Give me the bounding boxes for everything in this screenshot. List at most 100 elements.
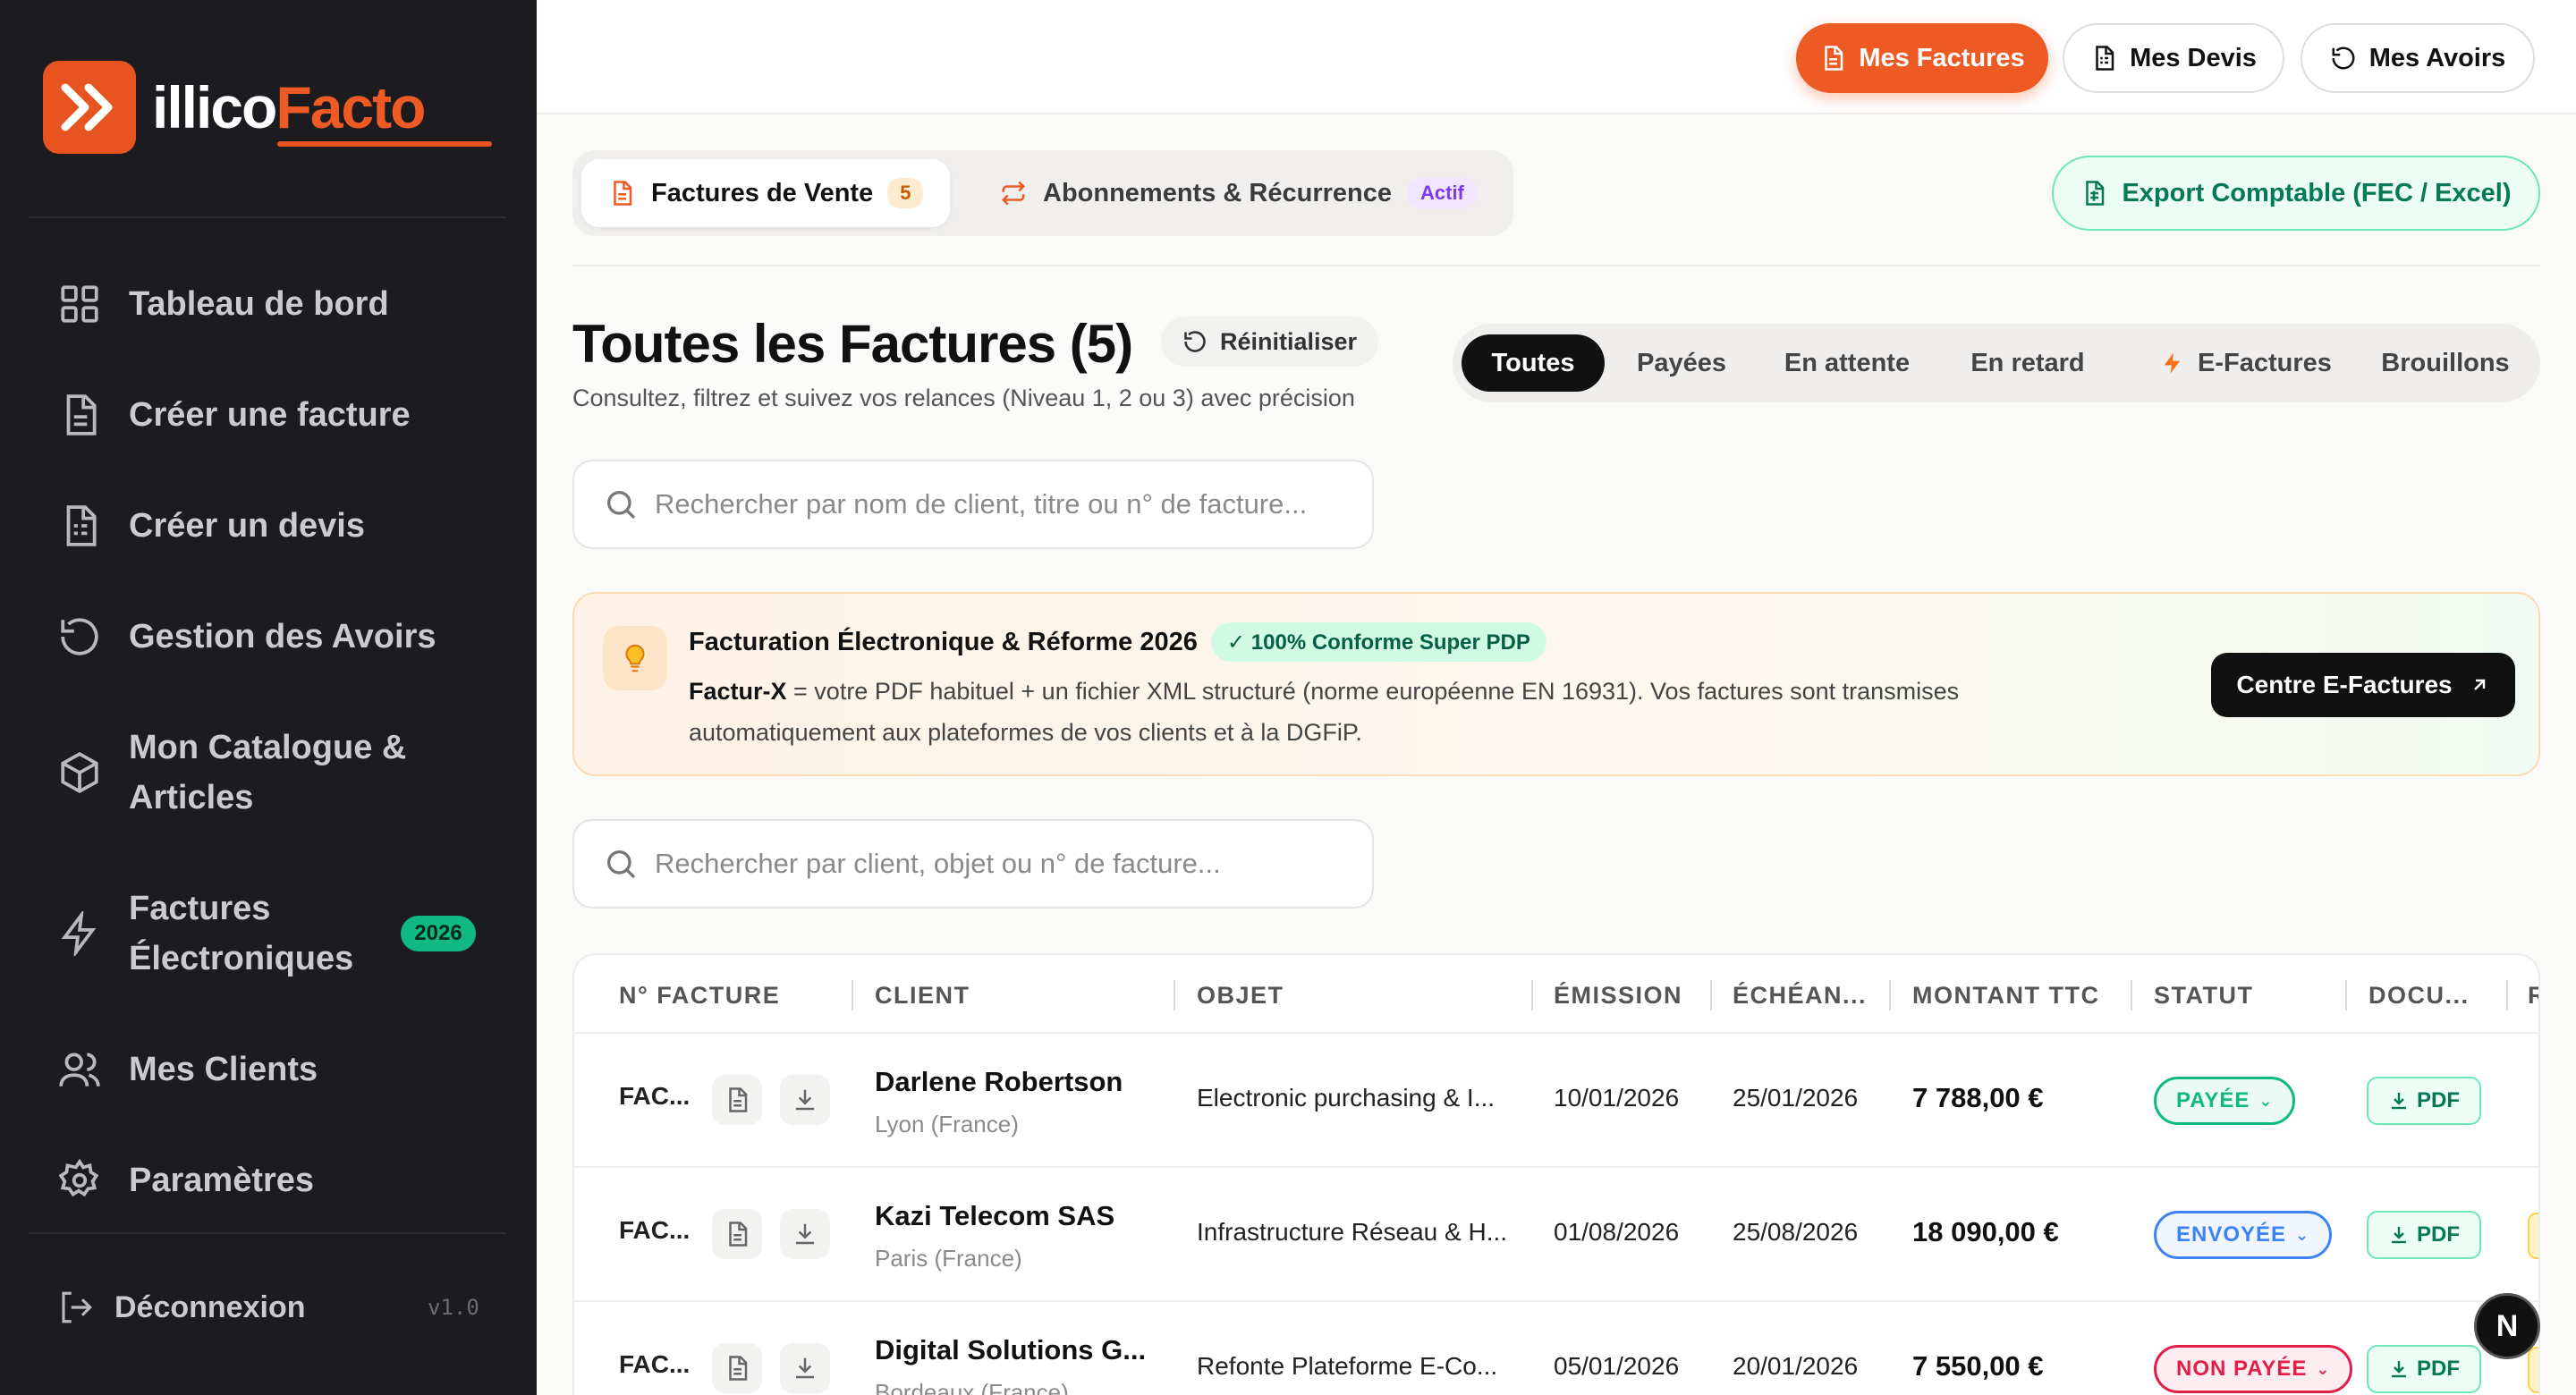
download-icon <box>2392 1093 2406 1110</box>
sidebar-item-create-invoice[interactable]: Créer une facture <box>57 390 411 440</box>
my-quotes-button[interactable]: Mes Devis <box>2063 23 2284 93</box>
filter-drafts[interactable]: Brouillons <box>2365 334 2526 392</box>
logo-underline <box>277 141 492 147</box>
pdf-download-button[interactable]: PDF <box>2367 1345 2481 1393</box>
my-invoices-label: Mes Factures <box>1859 43 2025 72</box>
reminder-button[interactable] <box>2528 1347 2538 1393</box>
col-reminder[interactable]: R <box>2528 982 2538 1010</box>
invoice-number[interactable]: FAC... <box>619 1216 690 1245</box>
grid-icon <box>61 285 98 323</box>
my-quotes-label: Mes Devis <box>2130 43 2257 72</box>
table-row[interactable]: FAC... Darlene Robertson Lyon (France) Elec… <box>574 1034 2538 1168</box>
external-arrow-icon <box>2473 679 2485 690</box>
col-due-date[interactable]: ÉCHÉAN... <box>1733 982 1867 1010</box>
col-object[interactable]: OBJET <box>1197 982 1284 1010</box>
sidebar-divider <box>29 216 506 218</box>
col-separator <box>1174 980 1175 1010</box>
logout-button[interactable]: Déconnexion <box>57 1282 305 1332</box>
sidebar-item-credit-notes[interactable]: Gestion des Avoirs <box>57 612 436 662</box>
view-document-icon[interactable] <box>712 1075 762 1125</box>
filter-late[interactable]: En retard <box>1950 334 2106 392</box>
amount-ttc: 7 788,00 € <box>1912 1082 2044 1113</box>
compliance-badge: ✓ 100% Conforme Super PDP <box>1211 622 1546 662</box>
table-row[interactable]: FAC... Digital Solutions G... Bordeaux (Fr… <box>574 1302 2538 1395</box>
new-badge: 2026 <box>401 916 476 951</box>
view-document-icon[interactable] <box>712 1209 762 1259</box>
client-city: Paris (France) <box>875 1245 1022 1272</box>
emission-date: 01/08/2026 <box>1554 1218 1680 1246</box>
status-dropdown[interactable]: NON PAYÉE ⌄ <box>2154 1345 2353 1393</box>
brand-logo[interactable]: illicoFacto <box>43 61 426 154</box>
pdf-label: PDF <box>2417 1357 2460 1381</box>
col-invoice-number[interactable]: N° FACTURE <box>619 982 780 1010</box>
gear-icon <box>58 1158 99 1197</box>
download-icon <box>2392 1361 2406 1378</box>
reset-button[interactable]: Réinitialiser <box>1161 317 1379 367</box>
assistant-bubble[interactable]: N <box>2474 1293 2540 1359</box>
sidebar-item-label: Créer une facture <box>129 396 411 434</box>
table-row[interactable]: FAC... Kazi Telecom SAS Paris (France) Infr… <box>574 1168 2538 1302</box>
e-invoice-center-label: Centre E-Factures <box>2236 671 2453 698</box>
status-dropdown[interactable]: ENVOYÉE ⌄ <box>2154 1211 2333 1259</box>
box-icon <box>61 752 98 793</box>
invoice-number[interactable]: FAC... <box>619 1350 690 1379</box>
col-separator <box>2345 980 2347 1010</box>
chevron-down-icon: ⌄ <box>2295 1225 2310 1244</box>
pdf-download-button[interactable]: PDF <box>2367 1211 2481 1259</box>
my-credit-notes-button[interactable]: Mes Avoirs <box>2301 23 2535 93</box>
document-icon <box>614 181 632 206</box>
filter-paid[interactable]: Payées <box>1619 334 1744 392</box>
col-client[interactable]: CLIENT <box>875 982 970 1010</box>
col-separator <box>1710 980 1712 1010</box>
download-icon[interactable] <box>780 1075 830 1125</box>
logo-chevrons-icon <box>43 61 136 154</box>
sidebar-item-create-quote[interactable]: Créer un devis <box>57 501 365 551</box>
view-document-icon[interactable] <box>712 1343 762 1393</box>
filter-all[interactable]: Toutes <box>1462 334 1605 392</box>
my-invoices-button[interactable]: Mes Factures <box>1796 23 2048 93</box>
document-icon <box>66 394 97 435</box>
sidebar-item-clients[interactable]: Mes Clients <box>57 1044 318 1095</box>
lightning-icon <box>61 911 97 956</box>
export-accounting-button[interactable]: Export Comptable (FEC / Excel) <box>2052 156 2540 231</box>
sidebar-item-label: Créer un devis <box>129 507 365 545</box>
reminder-button[interactable] <box>2528 1213 2538 1259</box>
sidebar-item-e-invoices[interactable]: Factures Électroniques <box>57 884 353 984</box>
sidebar: illicoFacto Tableau de bord Créer une fa… <box>0 0 537 1395</box>
sidebar-item-settings[interactable]: Paramètres <box>57 1155 314 1205</box>
col-separator <box>852 980 853 1010</box>
emission-date: 10/01/2026 <box>1554 1084 1680 1112</box>
download-icon[interactable] <box>780 1343 830 1393</box>
col-emission[interactable]: ÉMISSION <box>1554 982 1682 1010</box>
search-input[interactable] <box>655 488 1335 520</box>
filter-e-invoices-label: E-Factures <box>2198 348 2332 377</box>
undo-icon <box>2332 46 2355 70</box>
col-amount[interactable]: MONTANT TTC <box>1912 982 2099 1010</box>
col-document[interactable]: DOCU... <box>2368 982 2470 1010</box>
status-dropdown[interactable]: PAYÉE ⌄ <box>2154 1077 2296 1125</box>
export-label: Export Comptable (FEC / Excel) <box>2122 178 2512 207</box>
due-date: 25/01/2026 <box>1733 1084 1859 1112</box>
sidebar-item-catalog[interactable]: Mon Catalogue & Articles <box>57 723 415 823</box>
banner-text: Factur-X = votre PDF habituel + un fichi… <box>689 671 2012 753</box>
facturx-term: Factur-X <box>689 678 787 705</box>
filter-e-invoices[interactable]: E-Factures <box>2152 334 2340 392</box>
sidebar-item-label: Mes Clients <box>129 1051 318 1088</box>
tab-subscriptions[interactable]: Abonnements & Récurrence Actif <box>1000 159 1477 227</box>
tab-sales-label: Factures de Vente <box>651 178 874 207</box>
table-search-input[interactable] <box>655 848 1335 880</box>
logout-icon <box>62 1291 92 1323</box>
e-invoice-center-button[interactable]: Centre E-Factures <box>2211 653 2515 717</box>
sidebar-item-dashboard[interactable]: Tableau de bord <box>57 279 389 329</box>
filter-pending[interactable]: En attente <box>1764 334 1930 392</box>
download-icon[interactable] <box>780 1209 830 1259</box>
lightbulb-icon <box>603 626 667 690</box>
col-status[interactable]: STATUT <box>2154 982 2253 1010</box>
due-date: 20/01/2026 <box>1733 1352 1859 1380</box>
invoice-number[interactable]: FAC... <box>619 1082 690 1111</box>
pdf-download-button[interactable]: PDF <box>2367 1077 2481 1125</box>
lightning-icon <box>2164 352 2181 374</box>
document-icon <box>1825 46 1843 71</box>
tab-sales-invoices[interactable]: Factures de Vente 5 <box>581 159 951 227</box>
pdf-label: PDF <box>2417 1222 2460 1247</box>
